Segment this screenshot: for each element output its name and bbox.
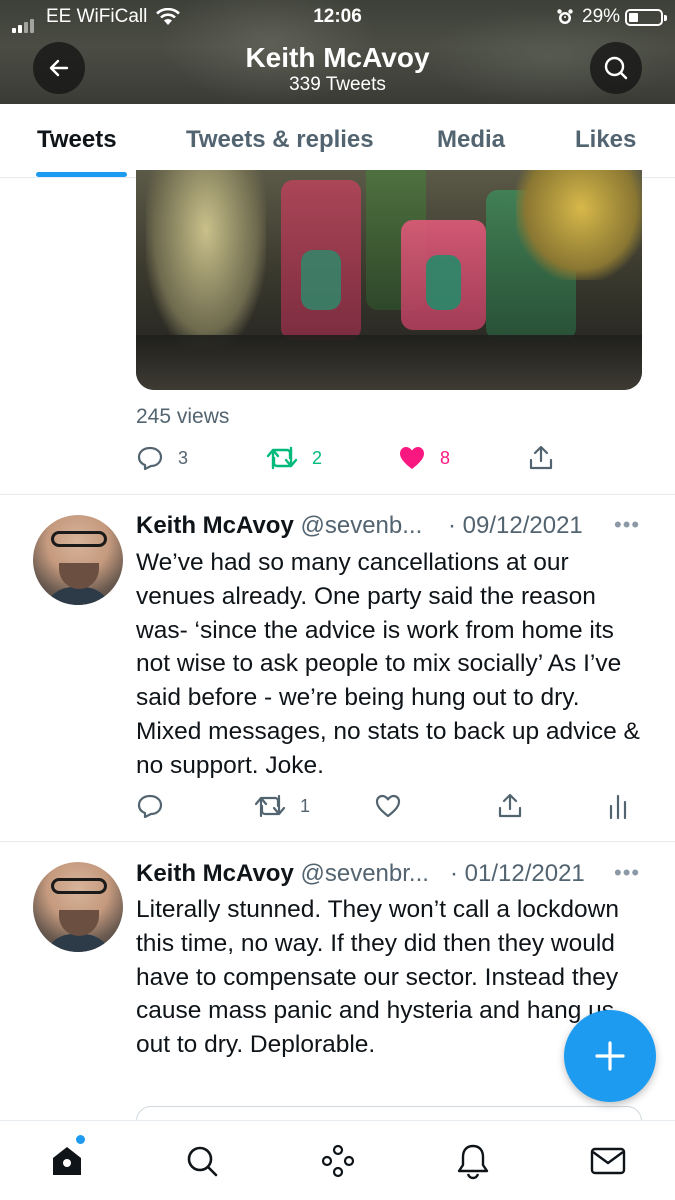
status-bar: EE WiFiCall 12:06 29% [0,0,675,34]
share-button[interactable] [496,792,524,820]
retweet-count: 2 [312,447,323,468]
alarm-icon [556,8,574,32]
analytics-icon [609,794,627,820]
tweet-actions: 1 [136,792,642,826]
tweet-author-handle: @sevenb... [300,512,423,539]
retweet-count: 1 [300,795,311,816]
reply-icon [137,794,163,819]
share-button[interactable] [527,444,555,472]
tweet-divider [0,494,675,495]
tweet-date: · 01/12/2021 [450,860,585,887]
avatar[interactable] [33,862,123,952]
profile-name: Keith McAvoy [245,42,430,73]
reply-button[interactable] [136,792,164,820]
reply-button[interactable]: 3 [136,444,188,472]
avatar[interactable] [33,515,123,605]
share-icon [498,793,522,818]
retweet-icon [254,794,286,818]
tweet-text: We’ve had so many cancellations at our v… [136,549,640,779]
like-button[interactable]: 8 [398,444,450,472]
reply-count: 3 [178,447,189,468]
retweet-button[interactable]: 1 [254,792,310,820]
heart-filled-icon [400,447,424,469]
nav-search[interactable] [180,1139,224,1183]
spaces-icon [321,1144,355,1178]
like-count: 8 [440,447,451,468]
more-options-icon[interactable]: ••• [614,512,640,538]
search-icon [604,56,628,80]
tweet-date: · 09/12/2021 [448,512,583,539]
like-button[interactable] [374,792,402,820]
active-tab-indicator [36,172,127,177]
tab-media[interactable]: Media [437,126,505,154]
retweet-icon [266,446,298,470]
analytics-button[interactable] [606,792,630,820]
home-icon [53,1147,81,1175]
tab-likes[interactable]: Likes [575,126,636,154]
tweet-author-name[interactable]: Keith McAvoy [136,512,294,539]
tweet-actions: 3 2 8 [136,444,642,478]
tweet-divider [0,841,675,842]
nav-messages[interactable] [586,1139,630,1183]
profile-tabs: Tweets Tweets & replies Media Likes [0,104,675,178]
nav-notifications[interactable] [451,1139,495,1183]
nav-home[interactable] [45,1139,89,1183]
compose-tweet-button[interactable] [564,1010,656,1102]
tweet-count: 339 Tweets [289,74,386,95]
view-count: 245 views [136,405,230,428]
heart-icon [375,794,401,818]
search-button[interactable] [590,42,642,94]
nav-spaces[interactable] [316,1139,360,1183]
bell-icon [457,1144,489,1180]
tab-tweets-and-replies[interactable]: Tweets & replies [186,126,374,154]
home-notification-dot [76,1135,85,1144]
tweet-author-name[interactable]: Keith McAvoy [136,860,294,887]
bottom-navigation [0,1120,675,1200]
more-options-icon[interactable]: ••• [614,860,640,886]
profile-header: EE WiFiCall 12:06 29% Keith McAvoy 339 T… [0,0,675,104]
mail-icon [590,1147,626,1175]
plus-icon [595,1041,625,1071]
retweet-button[interactable]: 2 [266,444,322,472]
tweet-author-handle: @sevenbr... [300,860,429,887]
tab-tweets[interactable]: Tweets [37,126,117,154]
tweet-header: Keith McAvoy @sevenbr... · 01/12/2021 [136,860,585,888]
battery-percent: 29% [582,6,621,27]
reply-icon [137,446,163,471]
battery-icon [625,9,667,26]
tweet-media-image[interactable] [136,170,642,390]
share-icon [529,445,553,470]
search-icon [187,1146,218,1177]
tweet-header: Keith McAvoy @sevenb... · 09/12/2021 [136,512,583,540]
